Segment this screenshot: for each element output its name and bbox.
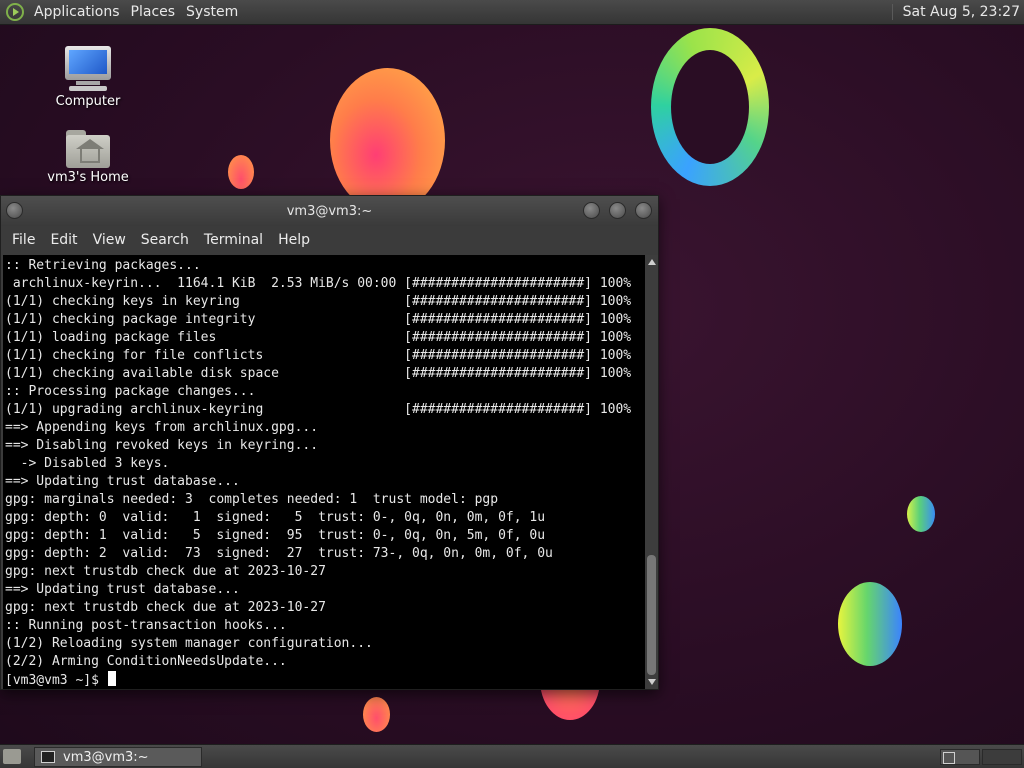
mate-logo-icon[interactable] <box>6 3 24 21</box>
terminal-line: gpg: next trustdb check due at 2023-10-2… <box>5 600 326 615</box>
applications-menu[interactable]: Applications <box>32 4 129 20</box>
terminal-window: vm3@vm3:~ File Edit View Search Terminal… <box>0 195 659 690</box>
taskbar-button-label: vm3@vm3:~ <box>63 749 149 765</box>
terminal-line: ==> Updating trust database... <box>5 474 240 489</box>
terminal-line: -> Disabled 3 keys. <box>5 456 170 471</box>
workspace-2[interactable] <box>982 749 1022 765</box>
desktop-blob-decoration <box>838 582 902 666</box>
terminal-text: :: Retrieving packages... archlinux-keyr… <box>3 255 645 689</box>
desktop-ring-decoration <box>651 28 769 186</box>
minimize-button[interactable] <box>583 202 600 219</box>
menu-search[interactable]: Search <box>134 232 197 248</box>
terminal-line: ==> Updating trust database... <box>5 582 240 597</box>
places-menu[interactable]: Places <box>129 4 185 20</box>
menu-view[interactable]: View <box>86 232 134 248</box>
terminal-line: ==> Appending keys from archlinux.gpg... <box>5 420 319 435</box>
close-button[interactable] <box>635 202 652 219</box>
system-menu[interactable]: System <box>184 4 247 20</box>
menu-help[interactable]: Help <box>271 232 318 248</box>
terminal-line: (1/1) checking package integrity [######… <box>5 312 632 327</box>
terminal-scrollbar[interactable] <box>645 255 658 689</box>
terminal-line: gpg: next trustdb check due at 2023-10-2… <box>5 564 326 579</box>
terminal-line: :: Processing package changes... <box>5 384 256 399</box>
shell-prompt: [vm3@vm3 ~]$ <box>5 673 107 688</box>
top-panel: Applications Places System Sat Aug 5, 23… <box>0 0 1024 25</box>
window-menu-icon[interactable] <box>6 202 23 219</box>
terminal-line: :: Running post-transaction hooks... <box>5 618 287 633</box>
home-folder-icon <box>64 130 112 170</box>
terminal-menubar: File Edit View Search Terminal Help <box>1 226 658 254</box>
terminal-line: (1/1) checking keys in keyring [########… <box>5 294 632 309</box>
terminal-line: (1/1) loading package files [###########… <box>5 330 632 345</box>
text-cursor <box>107 671 116 686</box>
terminal-output[interactable]: :: Retrieving packages... archlinux-keyr… <box>3 255 645 689</box>
window-titlebar[interactable]: vm3@vm3:~ <box>1 196 658 226</box>
menu-terminal[interactable]: Terminal <box>197 232 271 248</box>
desktop-blob-decoration <box>907 496 935 532</box>
terminal-line: (1/2) Reloading system manager configura… <box>5 636 373 651</box>
terminal-line: (1/1) checking for file conflicts [#####… <box>5 348 632 363</box>
desktop-icon-label: vm3's Home <box>47 170 129 185</box>
clock[interactable]: Sat Aug 5, 23:27 <box>891 4 1020 20</box>
desktop-blob-decoration <box>330 68 445 213</box>
scroll-down-icon[interactable] <box>648 679 656 685</box>
scroll-up-icon[interactable] <box>648 259 656 265</box>
terminal-line: :: Retrieving packages... <box>5 258 201 273</box>
window-title: vm3@vm3:~ <box>286 203 373 219</box>
terminal-line: archlinux-keyrin... 1164.1 KiB 2.53 MiB/… <box>5 276 632 291</box>
desktop-icon-label: Computer <box>55 94 121 109</box>
menu-edit[interactable]: Edit <box>43 232 85 248</box>
terminal-line: gpg: depth: 1 valid: 5 signed: 95 trust:… <box>5 528 546 543</box>
taskbar-button-terminal[interactable]: vm3@vm3:~ <box>34 747 202 767</box>
terminal-line: (2/2) Arming ConditionNeedsUpdate... <box>5 654 287 669</box>
maximize-button[interactable] <box>609 202 626 219</box>
terminal-line: (1/1) checking available disk space [###… <box>5 366 632 381</box>
terminal-line: ==> Disabling revoked keys in keyring... <box>5 438 319 453</box>
terminal-icon <box>41 751 55 763</box>
terminal-prompt-line: [vm3@vm3 ~]$ <box>5 671 645 689</box>
scroll-thumb[interactable] <box>647 555 656 675</box>
computer-icon <box>63 46 113 94</box>
desktop-blob-decoration <box>228 155 254 189</box>
terminal-line: gpg: depth: 2 valid: 73 signed: 27 trust… <box>5 546 553 561</box>
menu-file[interactable]: File <box>5 232 43 248</box>
terminal-line: gpg: marginals needed: 3 completes neede… <box>5 492 499 507</box>
show-desktop-icon[interactable] <box>3 749 21 764</box>
desktop-icon-home[interactable]: vm3's Home <box>43 130 133 185</box>
terminal-line: gpg: depth: 0 valid: 1 signed: 5 trust: … <box>5 510 546 525</box>
terminal-line: (1/1) upgrading archlinux-keyring [#####… <box>5 402 632 417</box>
workspace-1[interactable] <box>940 749 980 765</box>
bottom-panel: vm3@vm3:~ <box>0 744 1024 768</box>
desktop-blob-decoration <box>363 697 390 732</box>
desktop-icon-computer[interactable]: Computer <box>43 46 133 109</box>
